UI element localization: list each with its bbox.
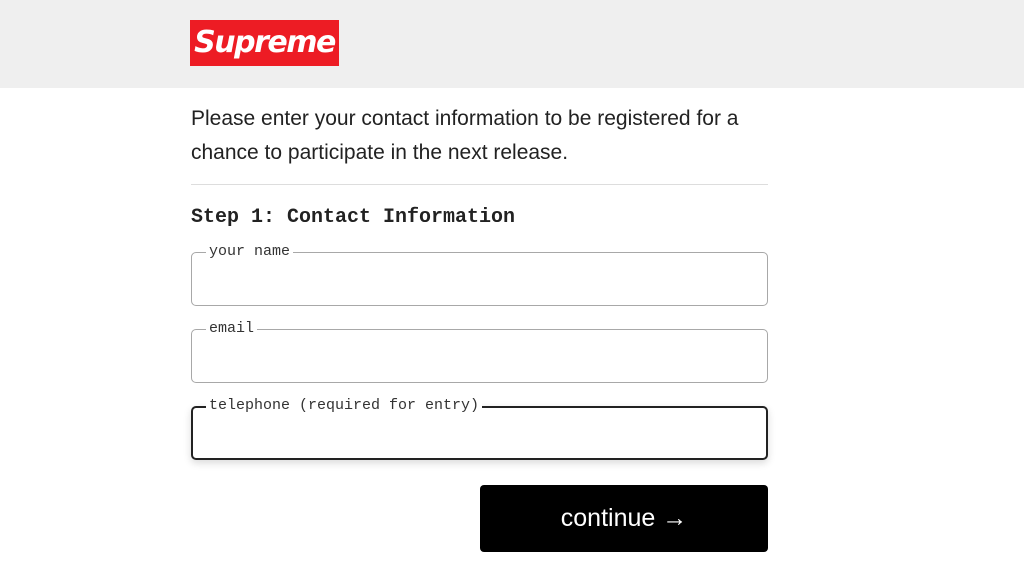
email-field-label: email [206, 320, 258, 338]
divider [191, 184, 768, 185]
telephone-input[interactable] [207, 426, 752, 452]
name-input[interactable] [206, 271, 751, 297]
supreme-logo[interactable]: Supreme [190, 20, 339, 66]
name-field[interactable]: your name [191, 243, 768, 306]
step-title: Step 1: Contact Information [191, 206, 516, 229]
email-field[interactable]: email [191, 320, 768, 383]
telephone-field-label: telephone (required for entry) [206, 397, 483, 415]
intro-text: Please enter your contact information to… [191, 107, 739, 164]
header-band: Supreme [0, 0, 1024, 88]
name-field-label: your name [206, 243, 294, 261]
continue-button[interactable]: continue → [480, 485, 768, 552]
telephone-field[interactable]: telephone (required for entry) [191, 397, 768, 460]
email-input[interactable] [206, 348, 751, 374]
